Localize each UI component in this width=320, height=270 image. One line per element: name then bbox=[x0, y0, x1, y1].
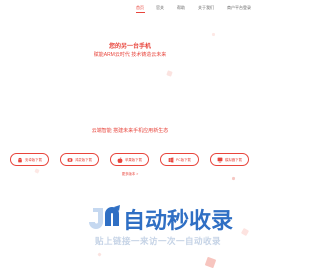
watermark-logo: 自动秒收录 bbox=[87, 204, 245, 234]
slogan-text: 云端智能 搭建未来手机应用新生态 bbox=[91, 128, 169, 134]
emulator-download-button[interactable]: 模拟器下载 bbox=[210, 153, 249, 166]
harmony-download-label: 鸿蒙版下载 bbox=[75, 158, 92, 162]
android-icon bbox=[17, 157, 23, 163]
more-versions-link[interactable]: 更多版本 > bbox=[0, 171, 260, 176]
decor-square bbox=[166, 70, 173, 77]
apple-icon bbox=[117, 156, 123, 163]
decor-square bbox=[204, 256, 217, 269]
hero-title: 您的另一台手机 bbox=[108, 44, 151, 50]
apple-download-label: 苹果版下载 bbox=[125, 158, 142, 162]
nav-item-help[interactable]: 帮助 bbox=[177, 5, 185, 11]
android-download-label: 安卓版下载 bbox=[25, 158, 42, 162]
nav-item-about[interactable]: 关于我们 bbox=[198, 5, 214, 11]
android-download-button[interactable]: 安卓版下载 bbox=[10, 153, 49, 166]
emulator-icon bbox=[217, 157, 223, 163]
harmony-icon bbox=[67, 157, 73, 163]
nav-active-underline bbox=[136, 12, 145, 13]
hero-subtitle: 赋能ARM云时代 技术铸造云未来 bbox=[93, 52, 167, 58]
emulator-download-label: 模拟器下载 bbox=[225, 158, 242, 162]
decor-square bbox=[211, 32, 216, 37]
apple-download-button[interactable]: 苹果版下载 bbox=[110, 153, 149, 166]
nav-item-merchant-login[interactable]: 商户平台登录 bbox=[227, 5, 251, 11]
nav-item-official[interactable]: 官关 bbox=[156, 5, 164, 11]
top-nav: 首页 官关 帮助 关于我们 商户平台登录 bbox=[130, 5, 260, 13]
pc-download-label: PC版下载 bbox=[176, 158, 191, 162]
decor-square bbox=[231, 176, 236, 181]
watermark-logo-graphic: 自动秒收录 bbox=[89, 205, 233, 233]
windows-icon bbox=[168, 156, 174, 163]
decor-square bbox=[97, 252, 102, 257]
harmony-download-button[interactable]: 鸿蒙版下载 bbox=[60, 153, 99, 166]
nav-item-home[interactable]: 首页 bbox=[136, 5, 144, 11]
watermark-logo-text: 自动秒收录 bbox=[123, 208, 233, 233]
pc-download-button[interactable]: PC版下载 bbox=[160, 153, 199, 166]
watermark-tagline: 贴上链接一来访一次一自动收录 bbox=[95, 236, 222, 246]
